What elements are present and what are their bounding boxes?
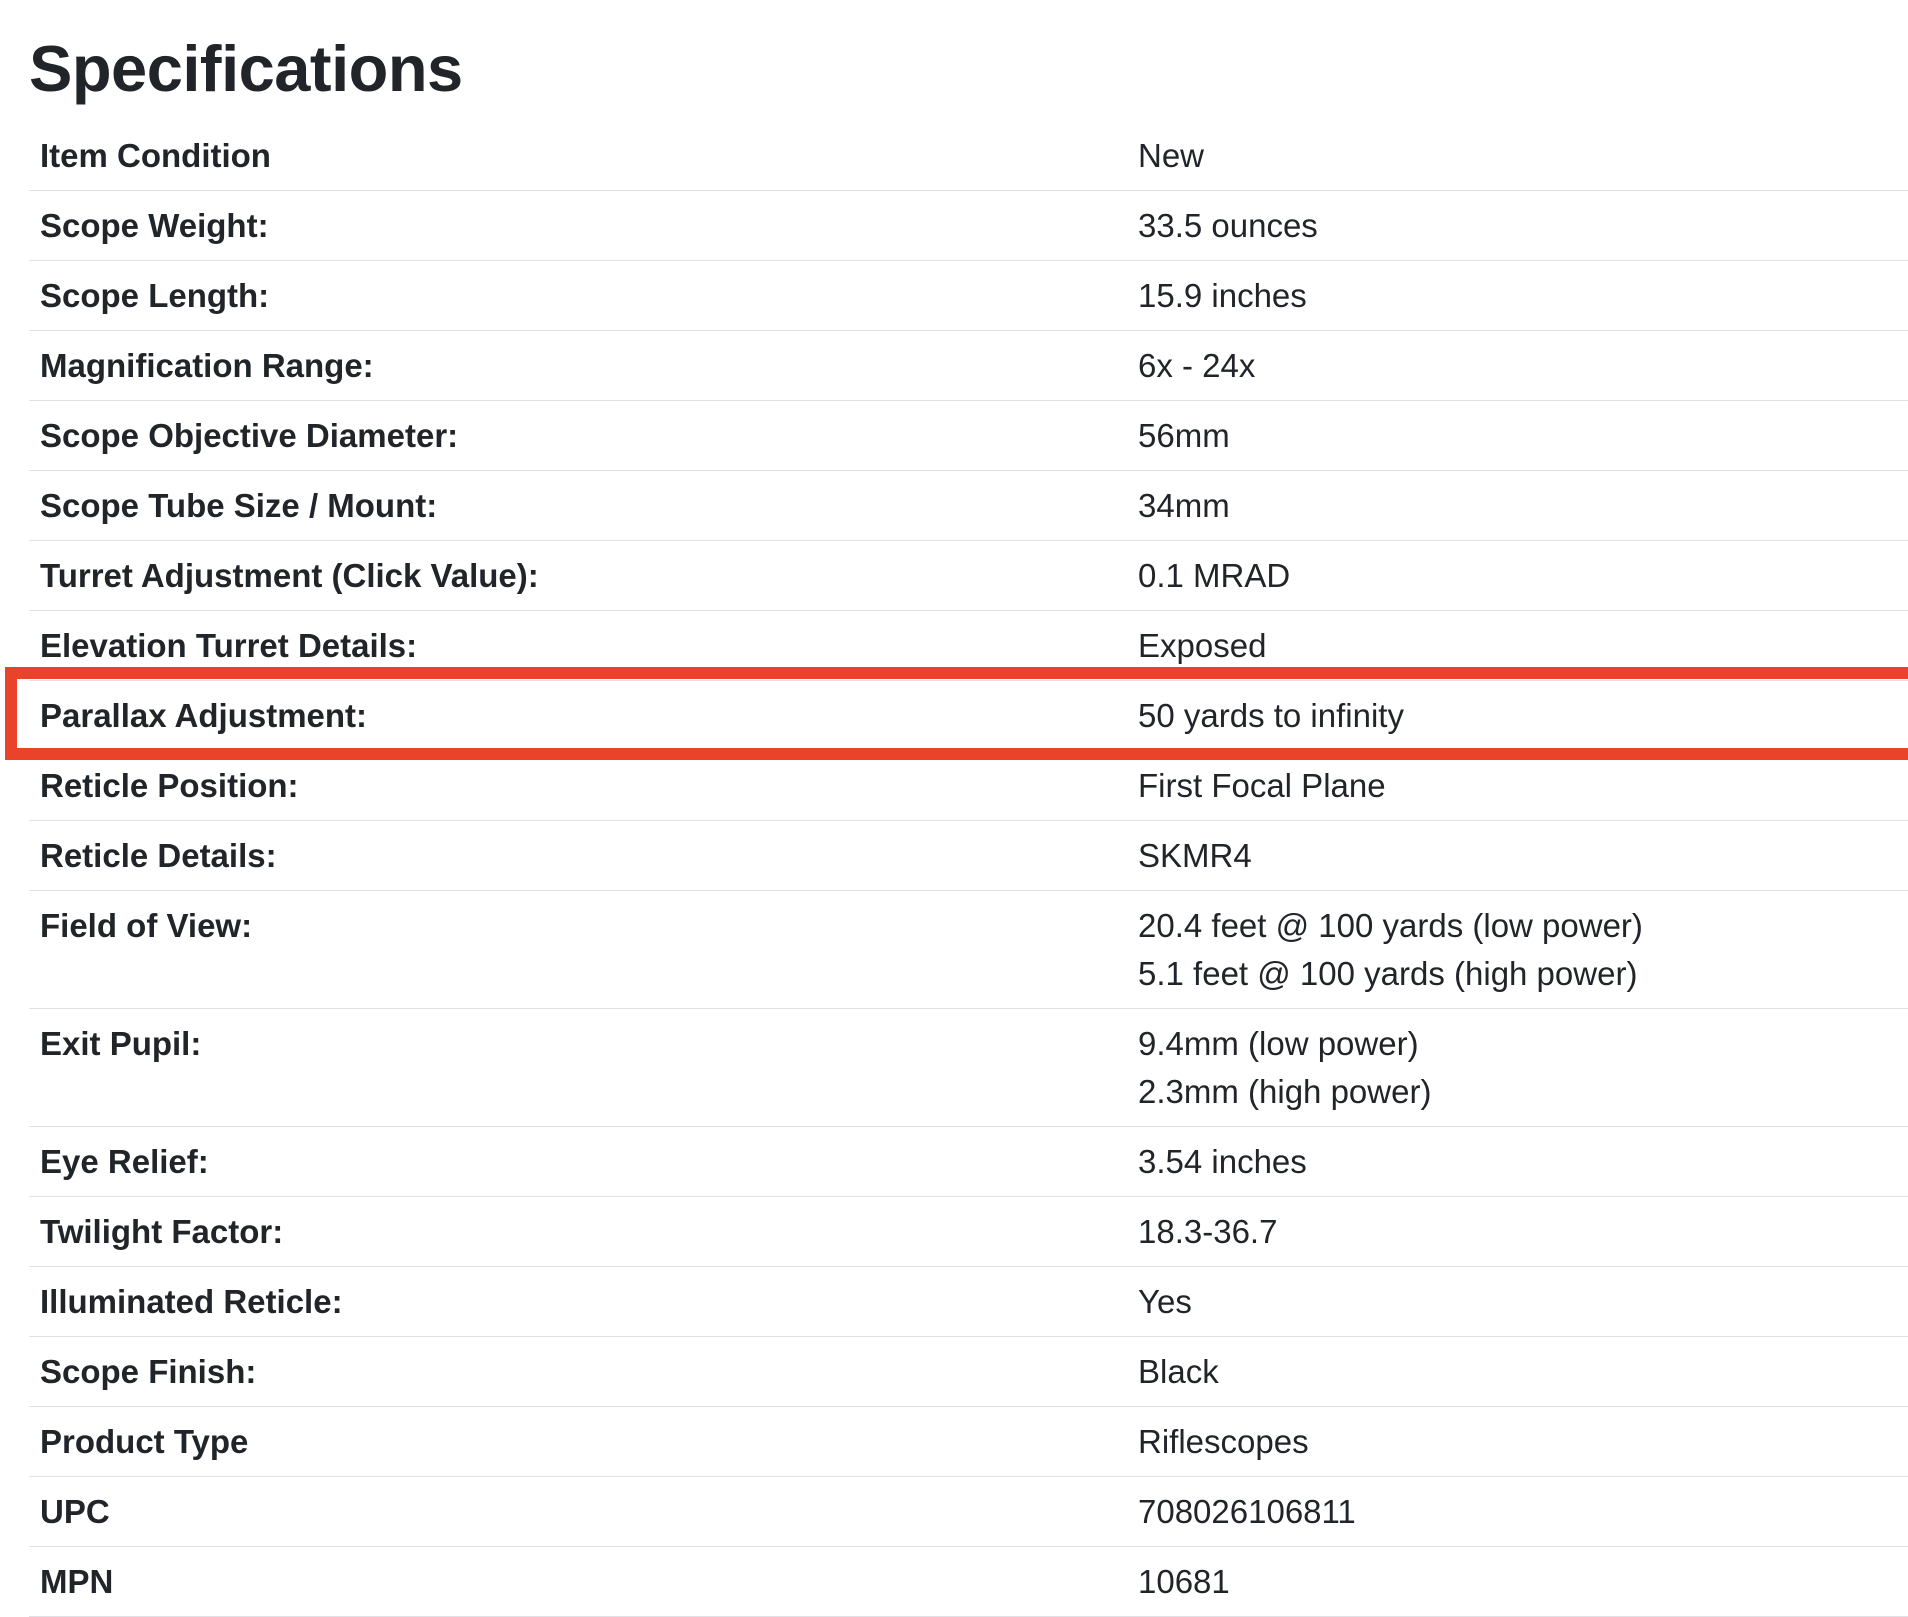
spec-value-line: 18.3-36.7 <box>1138 1213 1278 1250</box>
spec-row: Item Condition New <box>29 121 1908 191</box>
spec-row: Scope Objective Diameter: 56mm <box>29 401 1908 471</box>
spec-value: 0.1 MRAD <box>1138 541 1908 611</box>
spec-row: Scope Finish: Black <box>29 1337 1908 1407</box>
spec-value: SKMR4 <box>1138 821 1908 891</box>
spec-row: Product Type Riflescopes <box>29 1407 1908 1477</box>
spec-label: Item Condition <box>40 137 271 174</box>
spec-label: Parallax Adjustment: <box>40 697 368 734</box>
spec-value: 15.9 inches <box>1138 261 1908 331</box>
spec-row: Field of View: 20.4 feet @ 100 yards (low… <box>29 891 1908 1009</box>
spec-row: Exit Pupil: 9.4mm (low power) 2.3mm (high … <box>29 1009 1908 1127</box>
spec-label: UPC <box>40 1493 110 1530</box>
spec-value-line: 9.4mm (low power) <box>1138 1025 1419 1062</box>
spec-row: Eye Relief: 3.54 inches <box>29 1127 1908 1197</box>
spec-label: Scope Weight: <box>40 207 269 244</box>
spec-row: Elevation Turret Details: Exposed <box>29 611 1908 681</box>
spec-row: Scope Length: 15.9 inches <box>29 261 1908 331</box>
spec-label: Magnification Range: <box>40 347 374 384</box>
spec-label: Reticle Position: <box>40 767 299 804</box>
spec-row: Parallax Adjustment: 50 yards to infinity <box>29 681 1908 751</box>
spec-label: Scope Finish: <box>40 1353 257 1390</box>
spec-value: First Focal Plane <box>1138 751 1908 821</box>
spec-value-line: First Focal Plane <box>1138 767 1386 804</box>
spec-value: Riflescopes <box>1138 1407 1908 1477</box>
spec-value: 9.4mm (low power) 2.3mm (high power) <box>1138 1009 1908 1127</box>
spec-row: Reticle Position: First Focal Plane <box>29 751 1908 821</box>
spec-value: 3.54 inches <box>1138 1127 1908 1197</box>
spec-row: Reticle Details: SKMR4 <box>29 821 1908 891</box>
spec-label: Eye Relief: <box>40 1143 209 1180</box>
page-title: Specifications <box>29 32 463 105</box>
spec-value-line: 3.54 inches <box>1138 1143 1307 1180</box>
spec-label: Illuminated Reticle: <box>40 1283 343 1320</box>
spec-value-line: New <box>1138 137 1205 174</box>
spec-value: 56mm <box>1138 401 1908 471</box>
spec-value: 708026106811 <box>1138 1477 1908 1547</box>
spec-value: 10681 <box>1138 1547 1908 1617</box>
spec-value: 6x - 24x <box>1138 331 1908 401</box>
spec-label: MPN <box>40 1563 114 1600</box>
specifications-table-body: Item Condition New Scope Weight: 33.5 ounce… <box>29 121 1908 1617</box>
spec-value-line: Riflescopes <box>1138 1423 1309 1460</box>
spec-value-line: Yes <box>1138 1283 1192 1320</box>
spec-value-line: 33.5 ounces <box>1138 207 1318 244</box>
spec-value: Black <box>1138 1337 1908 1407</box>
spec-value: Yes <box>1138 1267 1908 1337</box>
spec-label: Field of View: <box>40 907 253 944</box>
spec-value: Exposed <box>1138 611 1908 681</box>
spec-value-line: 6x - 24x <box>1138 347 1256 384</box>
spec-value-line: 2.3mm (high power) <box>1138 1073 1432 1110</box>
specifications-table: Item Condition New Scope Weight: 33.5 ounce… <box>29 121 1908 1617</box>
spec-label: Scope Length: <box>40 277 270 314</box>
spec-value-line: 56mm <box>1138 417 1230 454</box>
spec-value-line: SKMR4 <box>1138 837 1252 874</box>
spec-value: New <box>1138 121 1908 191</box>
spec-value: 18.3-36.7 <box>1138 1197 1908 1267</box>
spec-label: Exit Pupil: <box>40 1025 202 1062</box>
spec-row: MPN 10681 <box>29 1547 1908 1617</box>
spec-row: Scope Tube Size / Mount: 34mm <box>29 471 1908 541</box>
spec-value-line: 0.1 MRAD <box>1138 557 1291 594</box>
spec-row: UPC 708026106811 <box>29 1477 1908 1547</box>
spec-value-line: Black <box>1138 1353 1219 1390</box>
spec-value-line: 50 yards to infinity <box>1138 697 1404 734</box>
spec-label: Turret Adjustment (Click Value): <box>40 557 539 594</box>
spec-value: 50 yards to infinity <box>1138 681 1908 751</box>
spec-row: Magnification Range: 6x - 24x <box>29 331 1908 401</box>
specifications-panel: Specifications Item Condition New Scope We… <box>0 0 1908 1617</box>
spec-value-line: Exposed <box>1138 627 1267 664</box>
spec-value-line: 20.4 feet @ 100 yards (low power) <box>1138 907 1643 944</box>
spec-value-line: 5.1 feet @ 100 yards (high power) <box>1138 955 1638 992</box>
spec-value-line: 34mm <box>1138 487 1230 524</box>
spec-label: Reticle Details: <box>40 837 277 874</box>
spec-value: 20.4 feet @ 100 yards (low power) 5.1 fee… <box>1138 891 1908 1009</box>
spec-row: Turret Adjustment (Click Value): 0.1 MRAD <box>29 541 1908 611</box>
spec-value-line: 708026106811 <box>1138 1493 1356 1530</box>
spec-row: Scope Weight: 33.5 ounces <box>29 191 1908 261</box>
spec-label: Scope Objective Diameter: <box>40 417 459 454</box>
spec-row: Twilight Factor: 18.3-36.7 <box>29 1197 1908 1267</box>
spec-row: Illuminated Reticle: Yes <box>29 1267 1908 1337</box>
spec-value: 33.5 ounces <box>1138 191 1908 261</box>
spec-value: 34mm <box>1138 471 1908 541</box>
spec-value-line: 15.9 inches <box>1138 277 1307 314</box>
spec-label: Product Type <box>40 1423 249 1460</box>
spec-label: Scope Tube Size / Mount: <box>40 487 438 524</box>
spec-label: Twilight Factor: <box>40 1213 284 1250</box>
spec-label: Elevation Turret Details: <box>40 627 418 664</box>
spec-value-line: 10681 <box>1138 1563 1230 1600</box>
